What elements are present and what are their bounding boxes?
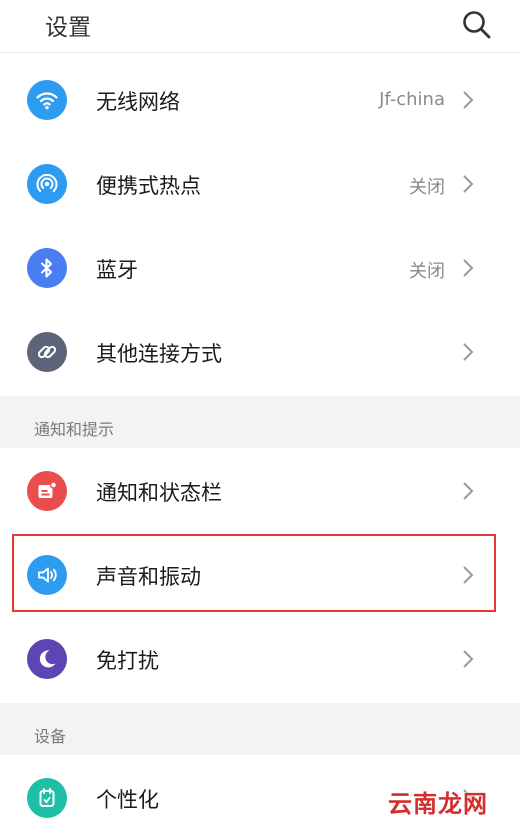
chevron-right-icon: [463, 91, 474, 109]
hotspot-icon: [27, 164, 67, 204]
setting-label: 其他连接方式: [96, 342, 222, 366]
setting-item-wifi[interactable]: 无线网络 Jf-china: [0, 58, 520, 142]
bluetooth-icon: [27, 248, 67, 288]
moon-icon: [27, 639, 67, 679]
setting-value: 关闭: [409, 177, 445, 198]
setting-item-sound-vibration[interactable]: 声音和振动: [0, 533, 520, 617]
notification-icon: [27, 471, 67, 511]
setting-item-other-connections[interactable]: 其他连接方式: [0, 310, 520, 394]
personalize-icon: [27, 778, 67, 818]
chevron-right-icon: [463, 566, 474, 584]
link-icon: [27, 332, 67, 372]
setting-label: 声音和振动: [96, 565, 201, 589]
setting-item-notifications[interactable]: 通知和状态栏: [0, 449, 520, 533]
setting-label: 便携式热点: [96, 174, 201, 198]
section-header-notifications: 通知和提示: [0, 396, 520, 448]
chevron-right-icon: [463, 482, 474, 500]
setting-label: 通知和状态栏: [96, 481, 222, 505]
wifi-icon: [27, 80, 67, 120]
setting-item-do-not-disturb[interactable]: 免打扰: [0, 617, 520, 701]
chevron-right-icon: [463, 343, 474, 361]
page-title: 设置: [45, 15, 91, 41]
section-label: 设备: [34, 727, 67, 746]
chevron-right-icon: [463, 650, 474, 668]
setting-label: 免打扰: [96, 649, 159, 673]
section-label: 通知和提示: [34, 420, 115, 439]
section-header-device: 设备: [0, 703, 520, 755]
chevron-right-icon: [463, 175, 474, 193]
setting-item-hotspot[interactable]: 便携式热点 关闭: [0, 142, 520, 226]
header-bar: 设置: [0, 0, 520, 53]
watermark-logo: 云南龙网: [388, 790, 488, 818]
setting-label: 蓝牙: [96, 258, 138, 282]
setting-item-bluetooth[interactable]: 蓝牙 关闭: [0, 226, 520, 310]
setting-value: Jf-china: [379, 89, 445, 110]
search-icon[interactable]: [461, 9, 493, 41]
setting-value: 关闭: [409, 261, 445, 282]
chevron-right-icon: [463, 259, 474, 277]
setting-label: 个性化: [96, 788, 159, 812]
setting-label: 无线网络: [96, 90, 180, 114]
speaker-icon: [27, 555, 67, 595]
